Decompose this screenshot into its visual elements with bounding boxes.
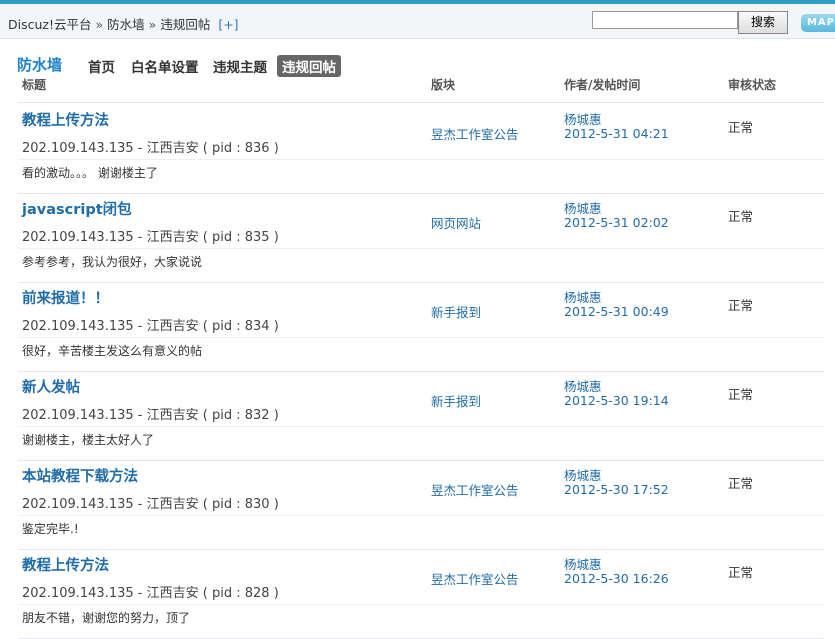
- table-header: 标题 版块 作者/发帖时间 审核状态: [18, 78, 824, 103]
- table-row: 教程上传方法 202.109.143.135 - 江西吉安 ( pid : 83…: [18, 104, 824, 194]
- post-ip: 202.109.143.135: [22, 497, 134, 512]
- search-button[interactable]: 搜索: [738, 11, 788, 34]
- post-ip: 202.109.143.135: [22, 586, 134, 601]
- post-pid: 834: [244, 319, 270, 334]
- post-ip: 202.109.143.135: [22, 319, 134, 334]
- post-pid: 832: [244, 408, 270, 423]
- top-bar: Discuz!云平台» 防水墙» 违规回帖 [+] 搜索 MAP: [0, 4, 835, 39]
- post-location: 江西吉安: [146, 497, 199, 512]
- table-row: 前来报道！！ 202.109.143.135 - 江西吉安 ( pid : 83…: [18, 282, 824, 372]
- post-subject-link[interactable]: 教程上传方法: [22, 109, 109, 130]
- breadcrumb-separator: »: [95, 17, 104, 32]
- post-pid: 828: [244, 586, 270, 601]
- table-row: 教程上传方法 202.109.143.135 - 江西吉安 ( pid : 82…: [18, 549, 824, 639]
- column-header-author-time: 作者/发帖时间: [564, 78, 641, 92]
- post-pid-label: pid: [211, 141, 233, 156]
- post-subject-link[interactable]: javascript闭包: [22, 198, 132, 219]
- page-title: 防水墙: [17, 56, 63, 74]
- post-pid: 836: [244, 141, 270, 156]
- post-location: 江西吉安: [146, 586, 199, 601]
- post-location: 江西吉安: [146, 230, 199, 245]
- post-content: 鉴定完毕.!: [22, 522, 79, 536]
- post-subject-link[interactable]: 新人发帖: [22, 376, 80, 397]
- search-input[interactable]: [592, 11, 738, 29]
- post-time: 2012-5-30 16:26: [564, 571, 669, 586]
- post-subject-link[interactable]: 本站教程下载方法: [22, 465, 138, 486]
- post-content: 谢谢楼主，楼主太好人了: [22, 433, 155, 447]
- post-pid-label: pid: [211, 408, 233, 423]
- forum-link[interactable]: 昱杰工作室公告: [431, 124, 519, 143]
- breadcrumb: Discuz!云平台» 防水墙» 违规回帖 [+]: [8, 14, 239, 33]
- status-label: 正常: [728, 298, 754, 313]
- breadcrumb-item-firewall[interactable]: 防水墙: [107, 17, 145, 32]
- post-pid-label: pid: [211, 230, 233, 245]
- post-meta: 202.109.143.135 - 江西吉安 ( pid : 830 ): [22, 497, 279, 512]
- row-divider: [18, 604, 824, 605]
- post-ip: 202.109.143.135: [22, 408, 134, 423]
- post-time: 2012-5-30 17:52: [564, 482, 669, 497]
- post-meta: 202.109.143.135 - 江西吉安 ( pid : 828 ): [22, 586, 279, 601]
- post-meta: 202.109.143.135 - 江西吉安 ( pid : 834 ): [22, 319, 279, 334]
- tab-whitelist-settings[interactable]: 白名单设置: [126, 55, 204, 77]
- breadcrumb-item-current: 违规回帖: [160, 17, 211, 32]
- status-label: 正常: [728, 120, 754, 135]
- post-pid: 835: [244, 230, 270, 245]
- post-pid-label: pid: [211, 586, 233, 601]
- row-divider: [18, 515, 824, 516]
- table-row: javascript闭包 202.109.143.135 - 江西吉安 ( pi…: [18, 193, 824, 283]
- row-divider: [18, 248, 824, 249]
- post-location: 江西吉安: [146, 408, 199, 423]
- row-divider: [18, 337, 824, 338]
- forum-link[interactable]: 新手报到: [431, 391, 481, 410]
- status-label: 正常: [728, 387, 754, 402]
- post-time: 2012-5-31 00:49: [564, 304, 669, 319]
- column-header-forum: 版块: [431, 78, 456, 92]
- status-label: 正常: [728, 476, 754, 491]
- post-pid-label: pid: [211, 319, 233, 334]
- post-meta: 202.109.143.135 - 江西吉安 ( pid : 835 ): [22, 230, 279, 245]
- post-content: 看的激动。。。 谢谢楼主了: [22, 166, 158, 180]
- post-subject-link[interactable]: 前来报道！！: [22, 287, 109, 308]
- table-row: 本站教程下载方法 202.109.143.135 - 江西吉安 ( pid : …: [18, 460, 824, 550]
- status-label: 正常: [728, 565, 754, 580]
- row-divider: [18, 426, 824, 427]
- post-location: 江西吉安: [146, 141, 199, 156]
- tab-violating-threads[interactable]: 违规主题: [208, 55, 272, 77]
- post-time: 2012-5-31 02:02: [564, 215, 669, 230]
- post-time: 2012-5-30 19:14: [564, 393, 669, 408]
- forum-link[interactable]: 昱杰工作室公告: [431, 480, 519, 499]
- column-header-status: 审核状态: [728, 78, 777, 92]
- column-header-subject: 标题: [22, 78, 47, 92]
- forum-link[interactable]: 网页网站: [431, 213, 481, 232]
- breadcrumb-item-cloud[interactable]: Discuz!云平台: [8, 17, 91, 32]
- tab-home[interactable]: 首页: [83, 55, 120, 77]
- forum-link[interactable]: 昱杰工作室公告: [431, 569, 519, 588]
- post-pid-label: pid: [211, 497, 233, 512]
- breadcrumb-separator: »: [148, 17, 157, 32]
- table-row: 新人发帖 202.109.143.135 - 江西吉安 ( pid : 832 …: [18, 371, 824, 461]
- status-label: 正常: [728, 209, 754, 224]
- post-meta: 202.109.143.135 - 江西吉安 ( pid : 832 ): [22, 408, 279, 423]
- post-content: 参考参考，我认为很好，大家说说: [22, 255, 203, 269]
- post-meta: 202.109.143.135 - 江西吉安 ( pid : 836 ): [22, 141, 279, 156]
- post-subject-link[interactable]: 教程上传方法: [22, 554, 109, 575]
- map-button[interactable]: MAP: [801, 14, 835, 32]
- add-to-menu-link[interactable]: [+]: [218, 17, 238, 32]
- post-ip: 202.109.143.135: [22, 141, 134, 156]
- post-location: 江西吉安: [146, 319, 199, 334]
- row-divider: [18, 159, 824, 160]
- post-time: 2012-5-31 04:21: [564, 126, 669, 141]
- forum-link[interactable]: 新手报到: [431, 302, 481, 321]
- tab-violating-replies[interactable]: 违规回帖: [277, 55, 341, 77]
- post-content: 朋友不错，谢谢您的努力，顶了: [22, 611, 191, 625]
- post-ip: 202.109.143.135: [22, 230, 134, 245]
- post-pid: 830: [244, 497, 270, 512]
- post-content: 很好，辛苦楼主发这么有意义的帖: [22, 344, 203, 358]
- sub-navigation: 防水墙 首页 白名单设置 违规主题 违规回帖: [0, 52, 835, 78]
